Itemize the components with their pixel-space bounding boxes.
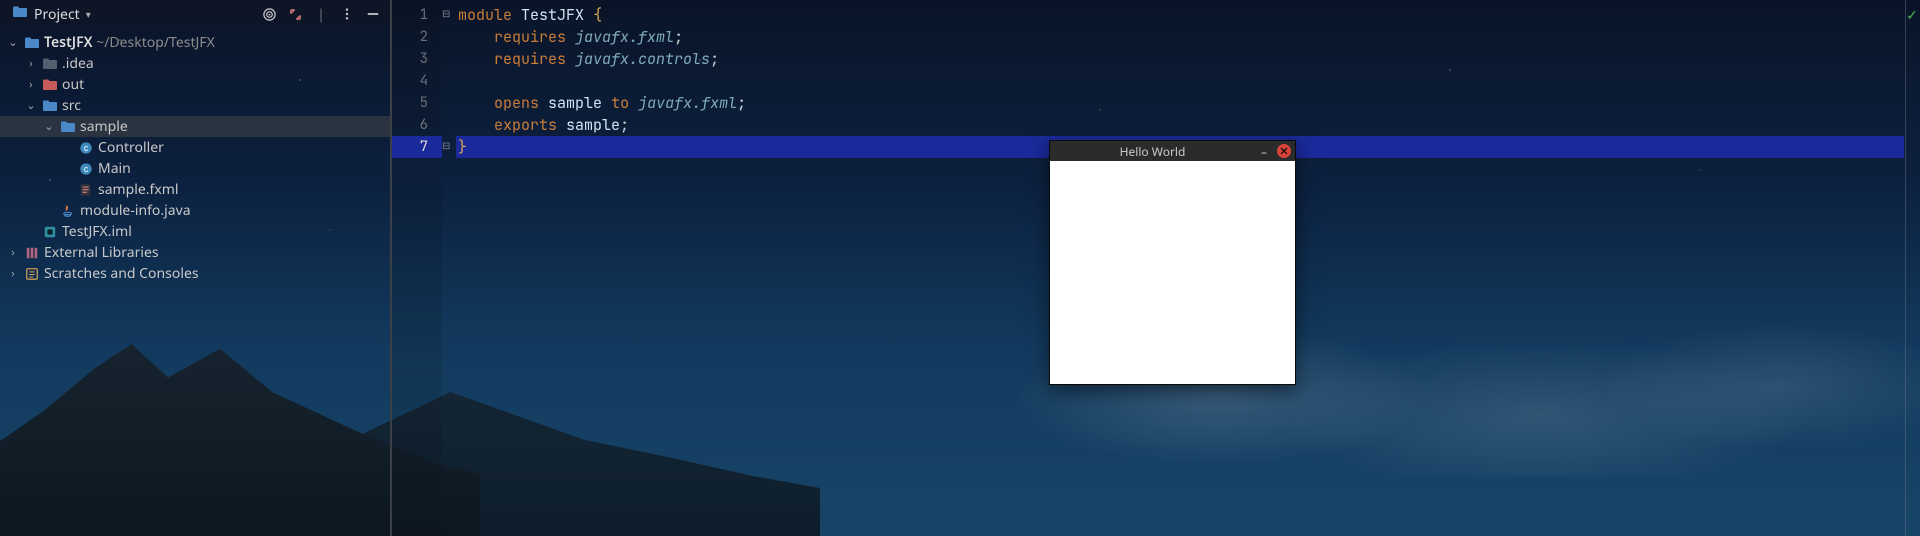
more-icon[interactable] [336, 3, 358, 25]
project-tool-header: Project ▾ | [0, 0, 390, 28]
close-button[interactable] [1277, 144, 1291, 158]
app-window-title: Hello World [1050, 143, 1255, 160]
tree-node-module-info[interactable]: module-info.java [0, 200, 390, 221]
splitter[interactable] [390, 0, 392, 536]
app-window-content[interactable] [1050, 161, 1295, 384]
tree-node-label: .idea [62, 54, 94, 73]
tree-node-label: out [62, 75, 84, 94]
target-icon[interactable] [258, 3, 280, 25]
hide-tool-window-icon[interactable] [362, 3, 384, 25]
class-icon: c [78, 161, 94, 177]
tree-root-label: TestJFX ~/Desktop/TestJFX [44, 33, 215, 52]
line-number[interactable]: 3 [390, 48, 442, 70]
line-number[interactable]: 6 [390, 114, 442, 136]
fold-start-icon[interactable]: ⊟ [442, 6, 450, 20]
collapse-all-icon[interactable] [284, 3, 306, 25]
project-tool-window: Project ▾ | ⌄ [0, 0, 390, 536]
collapse-arrow-icon[interactable]: › [24, 56, 38, 71]
tree-node-label: sample [80, 117, 128, 136]
svg-text:c: c [84, 164, 89, 174]
tree-node-iml[interactable]: TestJFX.iml [0, 221, 390, 242]
line-number[interactable]: 1 [390, 4, 442, 26]
tree-node-label: sample.fxml [98, 180, 178, 199]
line-number[interactable]: 7 [390, 136, 442, 158]
tree-node-idea[interactable]: › .idea [0, 53, 390, 74]
inspection-gutter[interactable]: ✓ [1904, 0, 1920, 536]
expand-arrow-icon[interactable]: ⌄ [6, 35, 20, 50]
app-window-hello-world[interactable]: Hello World – [1049, 140, 1296, 385]
collapse-arrow-icon[interactable]: › [6, 245, 20, 260]
project-view-label: Project [34, 5, 80, 24]
code-line[interactable]: exports sample; [456, 114, 1904, 136]
tree-node-label: module-info.java [80, 201, 191, 220]
code-line[interactable]: requires javafx.controls; [456, 48, 1904, 70]
project-icon [12, 4, 28, 25]
scratches-icon [24, 266, 40, 282]
class-icon: c [78, 140, 94, 156]
code-line[interactable]: requires javafx.fxml; [456, 26, 1904, 48]
app-window-titlebar[interactable]: Hello World – [1050, 141, 1295, 161]
inspection-ok-icon[interactable]: ✓ [1906, 6, 1918, 25]
folder-icon [42, 56, 58, 72]
libraries-icon [24, 245, 40, 261]
tree-node-src[interactable]: ⌄ src [0, 95, 390, 116]
line-number[interactable]: 5 [390, 92, 442, 114]
collapse-arrow-icon[interactable]: › [6, 266, 20, 281]
chevron-down-icon: ▾ [86, 7, 91, 21]
line-number[interactable]: 4 [390, 70, 442, 92]
folder-icon [42, 98, 58, 114]
tree-node-label: Main [98, 159, 131, 178]
line-number[interactable]: 2 [390, 26, 442, 48]
tree-node-out[interactable]: › out [0, 74, 390, 95]
fxml-file-icon [78, 182, 94, 198]
code-line[interactable]: module TestJFX { [456, 4, 1904, 26]
code-line[interactable]: opens sample to javafx.fxml; [456, 92, 1904, 114]
iml-file-icon [42, 224, 58, 240]
tree-node-scratches[interactable]: › Scratches and Consoles [0, 263, 390, 284]
code-line[interactable] [456, 70, 1904, 92]
tree-node-label: Controller [98, 138, 164, 157]
tree-node-label: Scratches and Consoles [44, 264, 199, 283]
folder-icon [24, 35, 40, 51]
tree-node-controller[interactable]: c Controller [0, 137, 390, 158]
fold-end-icon[interactable]: ⊟ [442, 138, 450, 152]
package-icon [60, 119, 76, 135]
folder-icon [42, 77, 58, 93]
java-file-icon [60, 203, 76, 219]
tree-node-label: TestJFX.iml [62, 222, 132, 241]
tree-node-main[interactable]: c Main [0, 158, 390, 179]
expand-arrow-icon[interactable]: ⌄ [42, 119, 56, 134]
tree-node-sample[interactable]: ⌄ sample [0, 116, 390, 137]
expand-arrow-icon[interactable]: ⌄ [24, 98, 38, 113]
tool-divider: | [310, 3, 332, 25]
collapse-arrow-icon[interactable]: › [24, 77, 38, 92]
editor-area: 1 2 3 4 5 6 7 ⊟ ⊟ module TestJFX { requi… [390, 0, 1920, 536]
minimize-button[interactable]: – [1255, 143, 1273, 160]
tree-node-external-libraries[interactable]: › External Libraries [0, 242, 390, 263]
line-number-gutter[interactable]: 1 2 3 4 5 6 7 [390, 0, 442, 536]
svg-text:c: c [84, 143, 89, 153]
tree-node-sample-fxml[interactable]: sample.fxml [0, 179, 390, 200]
tree-root[interactable]: ⌄ TestJFX ~/Desktop/TestJFX [0, 32, 390, 53]
project-view-selector[interactable]: Project ▾ [6, 2, 97, 27]
project-tree[interactable]: ⌄ TestJFX ~/Desktop/TestJFX › .idea › [0, 28, 390, 536]
tree-node-label: src [62, 96, 81, 115]
tree-node-label: External Libraries [44, 243, 159, 262]
fold-gutter[interactable]: ⊟ ⊟ [442, 0, 456, 536]
